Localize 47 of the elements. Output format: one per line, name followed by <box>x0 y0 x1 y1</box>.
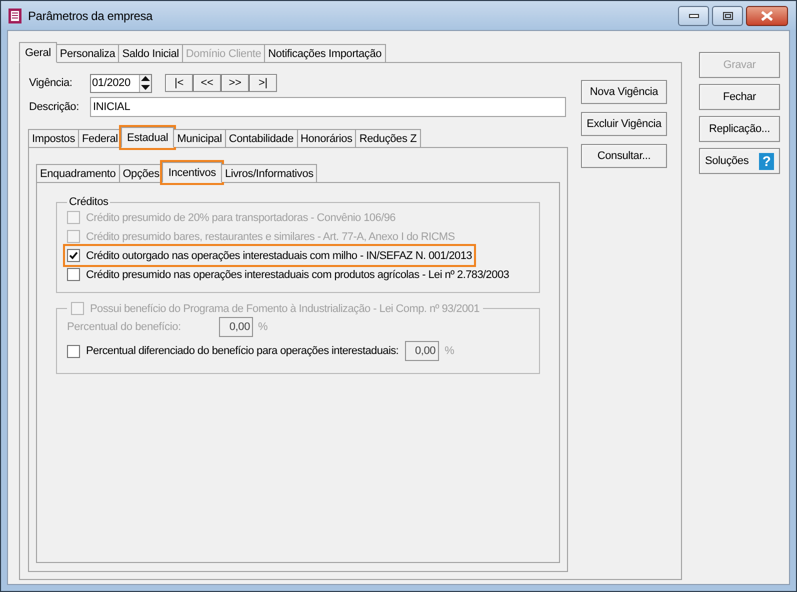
checkbox-label: Percentual diferenciado do benefício para operações interestaduais: <box>86 345 399 357</box>
button[interactable]: Replicação... <box>699 116 780 142</box>
document-icon <box>8 8 22 24</box>
tab[interactable]: Estadual <box>120 127 174 148</box>
spin-buttons[interactable] <box>139 74 151 92</box>
help-icon: ? <box>759 152 774 170</box>
description-field[interactable]: INICIAL <box>90 97 566 117</box>
minimize-button[interactable] <box>678 6 709 26</box>
up-arrow-icon <box>140 75 151 82</box>
field-label: Percentual do benefício: <box>67 321 182 333</box>
unit-label: % <box>258 321 268 333</box>
down-arrow-icon <box>140 84 151 91</box>
minimize-icon <box>688 14 698 18</box>
checkbox-label: Crédito presumido nas operações interestaduais com produtos agrícolas - Lei nº 2.783/2003 <box>86 268 510 280</box>
tab[interactable]: Municipal <box>173 129 226 147</box>
period-field[interactable]: 01/2020 <box>90 74 152 92</box>
field-label: Vigência: <box>29 77 74 89</box>
window-title: Parâmetros da empresa <box>28 8 154 22</box>
maximize-icon <box>722 12 732 20</box>
group-title: Créditos <box>68 196 110 208</box>
checkbox-label: Crédito outorgado nas operações interestaduais com milho - IN/SEFAZ N. 001/2013 <box>86 250 472 262</box>
nav-button[interactable]: |< <box>165 74 193 92</box>
button[interactable]: Soluções ? <box>699 148 780 174</box>
tab[interactable]: Notificações Importação <box>264 44 386 62</box>
tab[interactable]: Livros/Informativos <box>220 164 318 182</box>
nav-button[interactable]: >> <box>221 74 249 92</box>
tab[interactable]: Reduções Z <box>355 129 421 147</box>
checkbox[interactable] <box>67 268 80 281</box>
checkbox-label: Crédito presumido de 20% para transportadoras - Convênio 106/96 <box>86 212 396 224</box>
checkbox-label: Crédito presumido bares, restaurantes e similares - Art. 77-A, Anexo I do RICMS <box>86 230 455 242</box>
tab[interactable]: Enquadramento <box>36 164 120 182</box>
tab[interactable]: Impostos <box>28 129 80 147</box>
field-label: Descrição: <box>29 101 80 113</box>
close-icon <box>761 11 773 21</box>
checkbox-label: Possui benefício do Programa de Fomento à Industrialização - Lei Comp. nº 93/2001 <box>90 302 480 314</box>
checkbox[interactable] <box>67 249 80 262</box>
button[interactable]: Excluir Vigência <box>581 112 667 136</box>
button[interactable]: Consultar... <box>581 144 667 168</box>
button[interactable]: Nova Vigência <box>581 80 667 104</box>
tab[interactable]: Incentivos <box>162 162 222 183</box>
nav-button[interactable]: >| <box>249 74 277 92</box>
tab[interactable]: Geral <box>19 42 57 63</box>
close-button[interactable] <box>746 6 788 26</box>
button[interactable]: Fechar <box>699 84 780 110</box>
nav-button[interactable]: << <box>193 74 221 92</box>
unit-label: % <box>444 345 454 357</box>
maximize-button[interactable] <box>712 6 743 26</box>
